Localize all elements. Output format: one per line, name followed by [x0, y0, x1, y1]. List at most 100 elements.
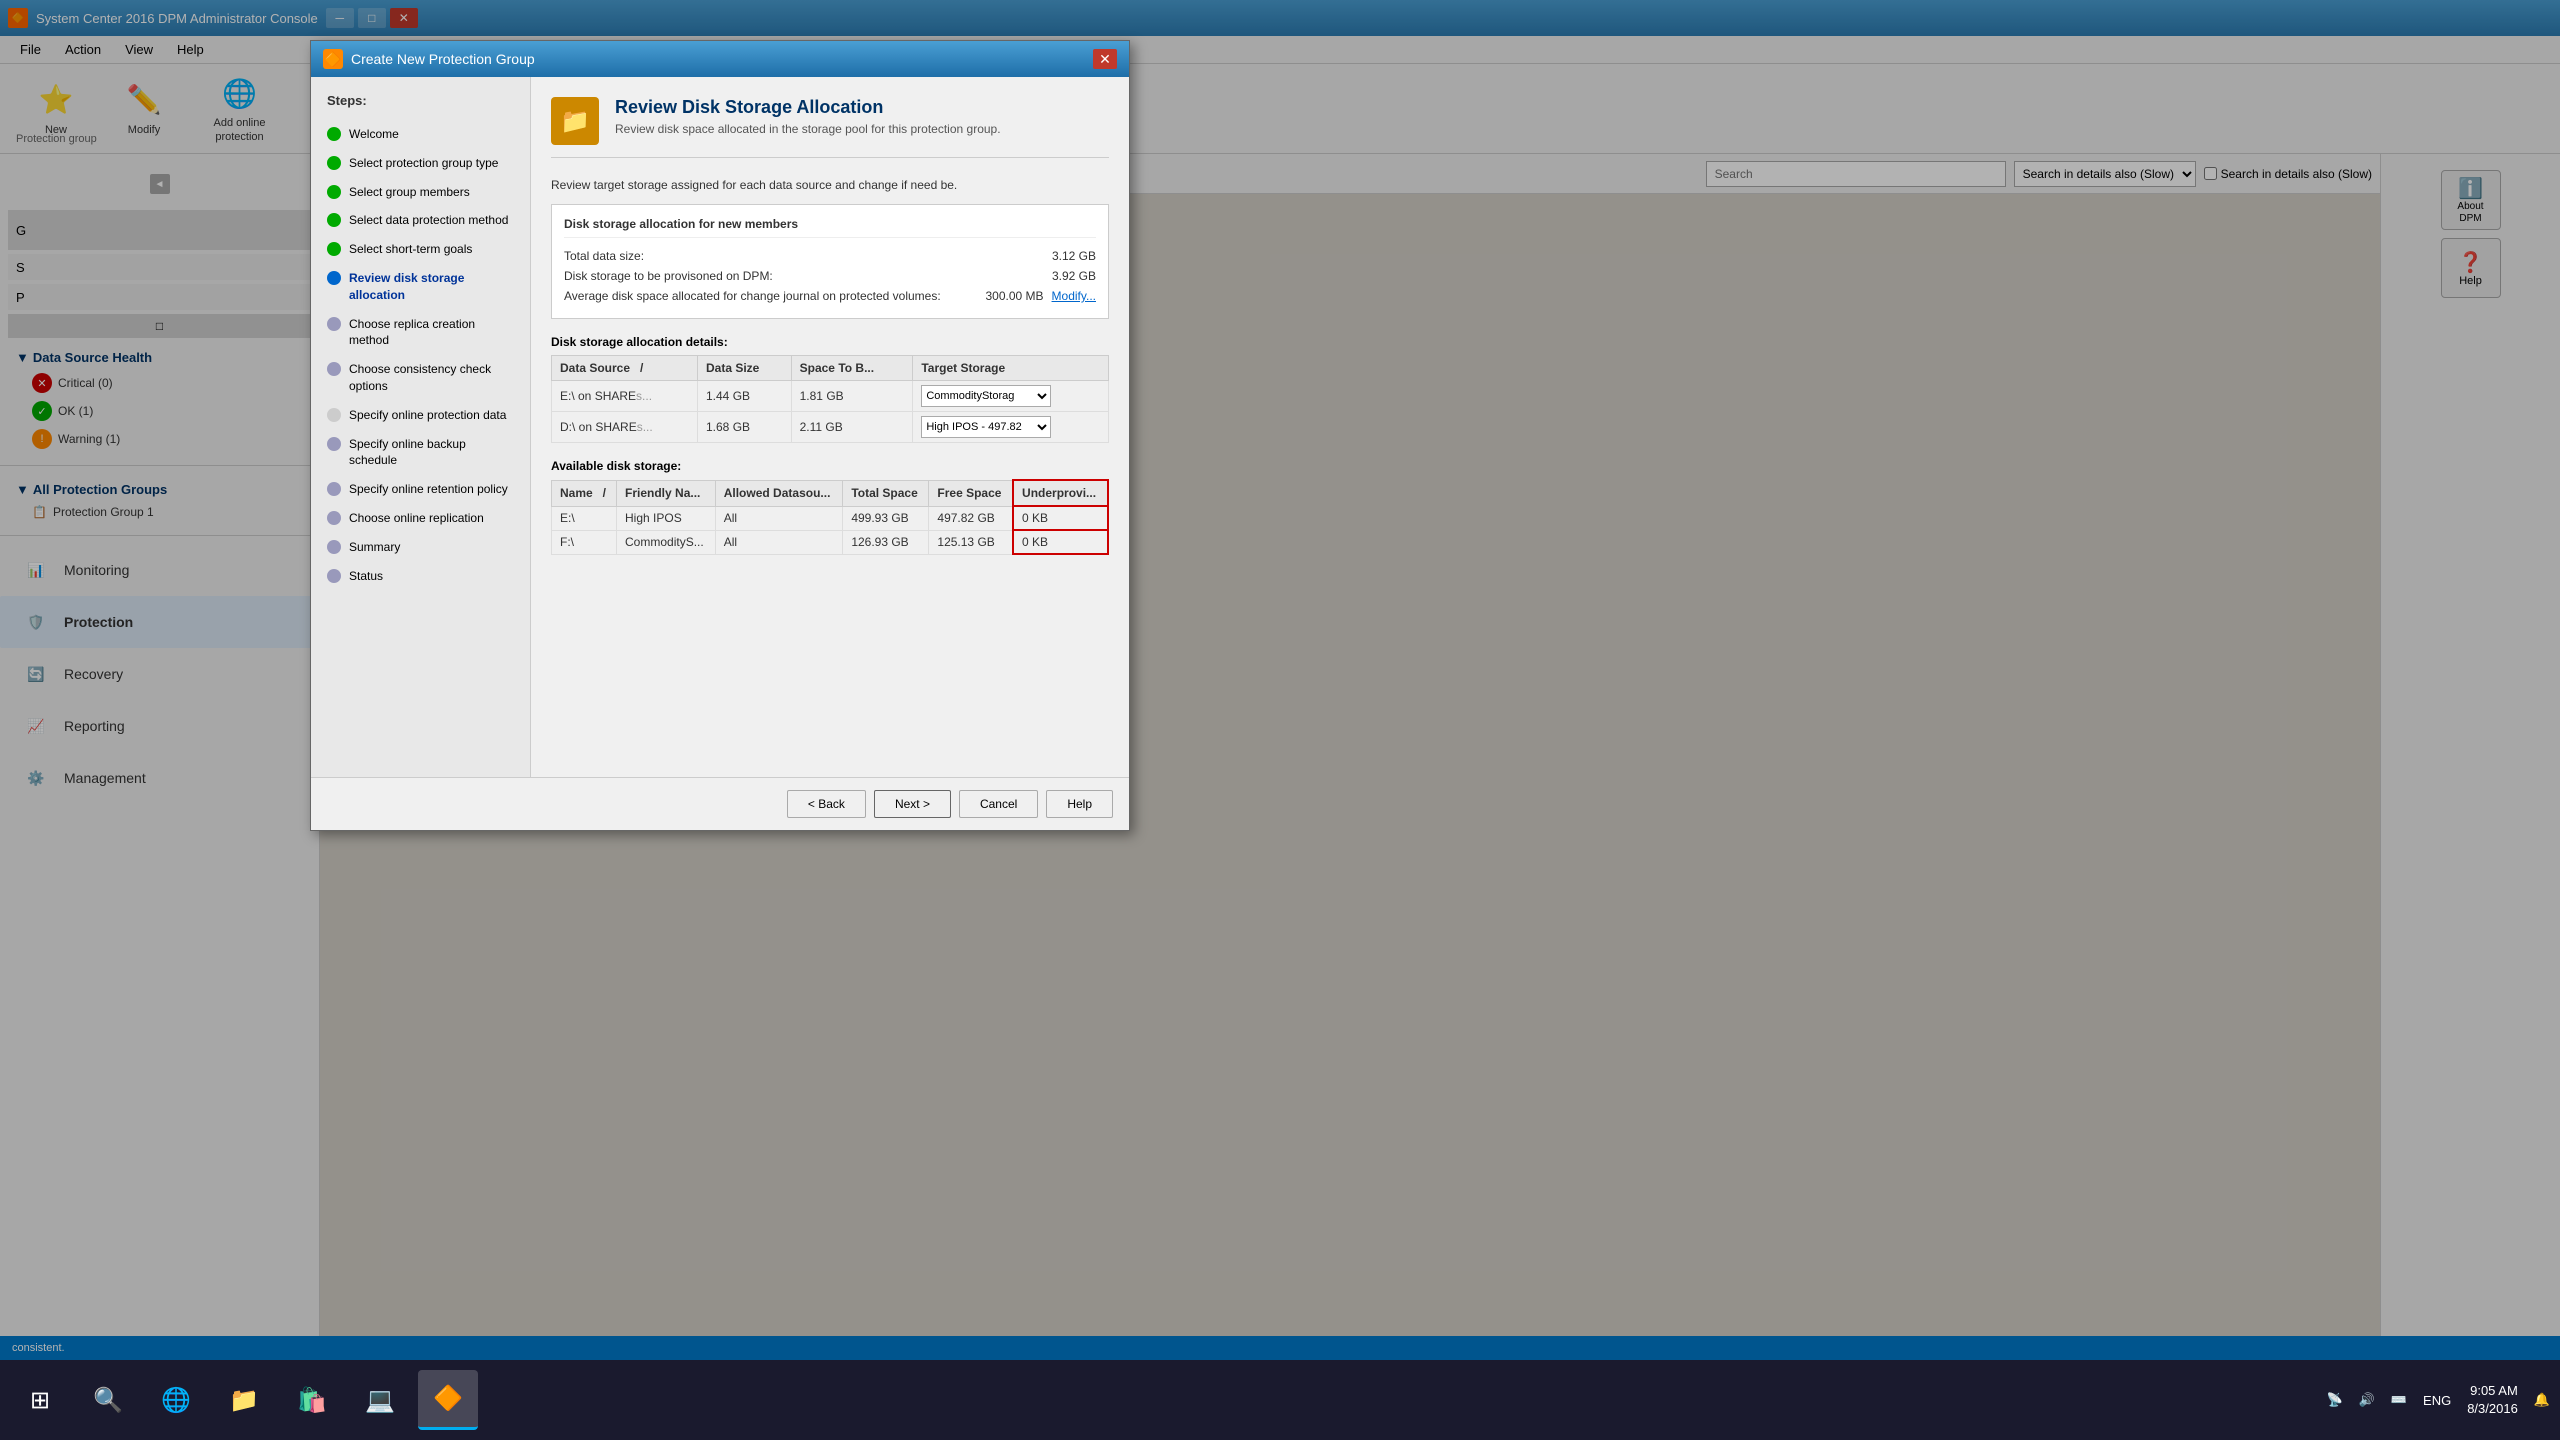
- step-online-protection[interactable]: Specify online protection data: [311, 401, 530, 430]
- dpm-taskbar-icon: 🔶: [433, 1384, 463, 1413]
- row2-target-select[interactable]: High IPOS - 497.82 CommodityStorag: [921, 416, 1051, 438]
- language-label: ENG: [2423, 1393, 2451, 1408]
- allocation-box: Disk storage allocation for new members …: [551, 204, 1109, 319]
- table-row: D:\ on SHAREs... 1.68 GB 2.11 GB High IP…: [552, 412, 1109, 443]
- avail-col-free[interactable]: Free Space: [929, 480, 1013, 506]
- avail-row2-friendly: CommodityS...: [617, 530, 716, 554]
- avail-row1-friendly: High IPOS: [617, 506, 716, 530]
- dialog-titlebar-icon: 🔶: [323, 49, 343, 69]
- step-select-protection-dot: [327, 213, 341, 227]
- step-summary[interactable]: Summary: [311, 533, 530, 562]
- avail-row1-allowed: All: [715, 506, 843, 530]
- terminal-button[interactable]: 💻: [350, 1370, 410, 1430]
- step-online-backup-dot: [327, 437, 341, 451]
- col-target-storage[interactable]: Target Storage: [913, 356, 1109, 381]
- edge-icon: 🌐: [161, 1386, 191, 1415]
- content-panel: 📁 Review Disk Storage Allocation Review …: [531, 77, 1129, 777]
- page-title: Review Disk Storage Allocation: [615, 97, 1001, 118]
- avail-row: F:\ CommodityS... All 126.93 GB 125.13 G…: [552, 530, 1109, 554]
- step-online-retention[interactable]: Specify online retention policy: [311, 475, 530, 504]
- col-space-to-b[interactable]: Space To B...: [791, 356, 913, 381]
- col-data-source[interactable]: Data Source /: [552, 356, 698, 381]
- step-online-replication[interactable]: Choose online replication: [311, 504, 530, 533]
- page-subtitle: Review disk space allocated in the stora…: [615, 122, 1001, 136]
- allocation-row-change-journal: Average disk space allocated for change …: [564, 286, 1096, 306]
- store-button[interactable]: 🛍️: [282, 1370, 342, 1430]
- step-status[interactable]: Status: [311, 562, 530, 591]
- taskbar: ⊞ 🔍 🌐 📁 🛍️ 💻 🔶 📡 🔊 ⌨️ ENG 9:05 AM 8/3/20…: [0, 1360, 2560, 1440]
- dialog-footer: < Back Next > Cancel Help: [311, 777, 1129, 830]
- avail-row1-total: 499.93 GB: [843, 506, 929, 530]
- help-dialog-button[interactable]: Help: [1046, 790, 1113, 818]
- search-taskbar-button[interactable]: 🔍: [78, 1370, 138, 1430]
- step-select-type[interactable]: Select protection group type: [311, 149, 530, 178]
- edge-button[interactable]: 🌐: [146, 1370, 206, 1430]
- step-select-members[interactable]: Select group members: [311, 178, 530, 207]
- change-journal-value: 300.00 MB Modify...: [985, 289, 1096, 303]
- store-icon: 🛍️: [297, 1386, 327, 1415]
- page-header-icon: 📁: [551, 97, 599, 145]
- modify-link[interactable]: Modify...: [1052, 289, 1096, 303]
- step-welcome[interactable]: Welcome: [311, 120, 530, 149]
- step-replica-creation[interactable]: Choose replica creation method: [311, 310, 530, 356]
- dpm-taskbar-button[interactable]: 🔶: [418, 1370, 478, 1430]
- total-data-size-label: Total data size:: [564, 249, 644, 263]
- avail-col-total[interactable]: Total Space: [843, 480, 929, 506]
- avail-row2-under: 0 KB: [1013, 530, 1108, 554]
- row1-spacetob: 1.81 GB: [791, 381, 913, 412]
- dialog-body: Steps: Welcome Select protection group t…: [311, 77, 1129, 777]
- step-short-term[interactable]: Select short-term goals: [311, 235, 530, 264]
- avail-col-friendly[interactable]: Friendly Na...: [617, 480, 716, 506]
- row2-target: High IPOS - 497.82 CommodityStorag: [913, 412, 1109, 443]
- step-consistency-check[interactable]: Choose consistency check options: [311, 355, 530, 401]
- next-button[interactable]: Next >: [874, 790, 951, 818]
- avail-row1-under: 0 KB: [1013, 506, 1108, 530]
- change-journal-label: Average disk space allocated for change …: [564, 289, 941, 303]
- step-online-replication-dot: [327, 511, 341, 525]
- back-button[interactable]: < Back: [787, 790, 866, 818]
- details-title: Disk storage allocation details:: [551, 335, 1109, 349]
- instruction-text: Review target storage assigned for each …: [551, 178, 1109, 192]
- avail-col-allowed[interactable]: Allowed Datasou...: [715, 480, 843, 506]
- step-replica-creation-dot: [327, 317, 341, 331]
- start-icon: ⊞: [30, 1386, 50, 1415]
- row2-spacetob: 2.11 GB: [791, 412, 913, 443]
- terminal-icon: 💻: [365, 1386, 395, 1415]
- row1-target-select[interactable]: CommodityStorag High IPOS - 497.82: [921, 385, 1051, 407]
- avail-row1-free: 497.82 GB: [929, 506, 1013, 530]
- step-select-members-dot: [327, 185, 341, 199]
- allocation-row-provisioned: Disk storage to be provisoned on DPM: 3.…: [564, 266, 1096, 286]
- row2-datasize: 1.68 GB: [698, 412, 792, 443]
- step-online-backup[interactable]: Specify online backup schedule: [311, 430, 530, 476]
- avail-row2-total: 126.93 GB: [843, 530, 929, 554]
- folder-button[interactable]: 📁: [214, 1370, 274, 1430]
- row2-datasource: D:\ on SHAREs...: [552, 412, 698, 443]
- allocation-row-total: Total data size: 3.12 GB: [564, 246, 1096, 266]
- avail-row1-name: E:\: [552, 506, 617, 530]
- start-button[interactable]: ⊞: [10, 1370, 70, 1430]
- taskbar-right: 📡 🔊 ⌨️ ENG 9:05 AM 8/3/2016 🔔: [2326, 1382, 2550, 1418]
- avail-col-under[interactable]: Underprovi...: [1013, 480, 1108, 506]
- page-header: 📁 Review Disk Storage Allocation Review …: [551, 97, 1109, 158]
- dialog: 🔶 Create New Protection Group ✕ Steps: W…: [310, 40, 1130, 831]
- page-header-text: Review Disk Storage Allocation Review di…: [615, 97, 1001, 136]
- step-select-protection[interactable]: Select data protection method: [311, 206, 530, 235]
- avail-row2-allowed: All: [715, 530, 843, 554]
- step-review-disk[interactable]: Review disk storage allocation: [311, 264, 530, 310]
- avail-col-name[interactable]: Name /: [552, 480, 617, 506]
- row1-target: CommodityStorag High IPOS - 497.82: [913, 381, 1109, 412]
- dialog-close-button[interactable]: ✕: [1093, 49, 1117, 69]
- cancel-button[interactable]: Cancel: [959, 790, 1038, 818]
- total-data-size-value: 3.12 GB: [1052, 249, 1096, 263]
- allocation-details-table: Data Source / Data Size Space To B... Ta…: [551, 355, 1109, 443]
- step-status-dot: [327, 569, 341, 583]
- available-storage-table: Name / Friendly Na... Allowed Datasou...…: [551, 479, 1109, 555]
- avail-row: E:\ High IPOS All 499.93 GB 497.82 GB 0 …: [552, 506, 1109, 530]
- step-welcome-dot: [327, 127, 341, 141]
- dialog-title: Create New Protection Group: [351, 51, 1093, 67]
- notification-icon[interactable]: 🔔: [2534, 1392, 2550, 1408]
- step-review-disk-dot: [327, 271, 341, 285]
- network-icon: 📡: [2326, 1392, 2342, 1408]
- col-data-size[interactable]: Data Size: [698, 356, 792, 381]
- folder-icon: 📁: [229, 1386, 259, 1415]
